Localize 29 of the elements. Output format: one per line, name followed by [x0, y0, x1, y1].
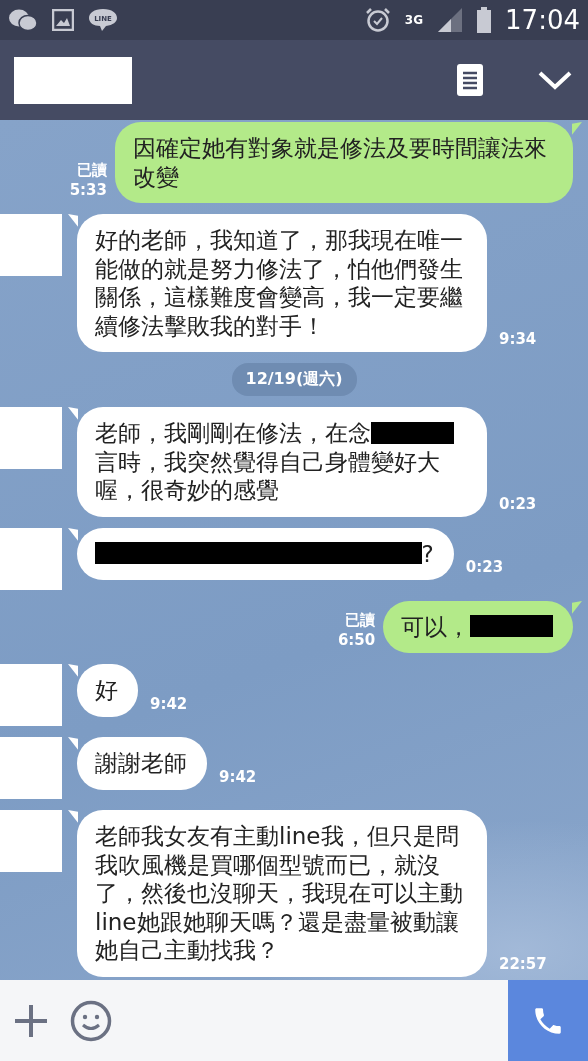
avatar[interactable]	[0, 527, 62, 590]
message-time: 9:42	[150, 693, 188, 714]
message-time: 5:33	[69, 180, 107, 200]
alarm-clock-icon	[364, 7, 391, 33]
network-type: 3G	[404, 14, 424, 26]
avatar[interactable]	[0, 810, 62, 872]
date-label: 12/19(週六)	[231, 363, 357, 396]
message-time: 22:57	[499, 953, 547, 974]
image-icon	[52, 9, 74, 31]
message-time: 0:23	[499, 493, 537, 514]
avatar[interactable]	[0, 737, 62, 799]
signal-icon	[437, 7, 464, 33]
read-receipt: 已讀	[345, 610, 376, 630]
chevron-down-icon[interactable]	[538, 70, 572, 90]
chat-bubbles-icon	[8, 8, 38, 32]
message-time: 9:42	[219, 766, 257, 787]
clock-time: 17:04	[505, 5, 580, 35]
read-receipt: 已讀	[77, 160, 107, 180]
avatar[interactable]	[0, 214, 62, 276]
battery-icon	[477, 7, 492, 33]
notes-icon[interactable]	[457, 64, 483, 96]
call-button[interactable]	[508, 980, 588, 1061]
message-time: 6:50	[337, 630, 376, 650]
avatar[interactable]	[0, 407, 62, 469]
message-time: 0:23	[465, 557, 504, 577]
message-time: 9:34	[499, 329, 537, 349]
avatar[interactable]	[0, 664, 62, 726]
plus-icon[interactable]	[14, 1003, 48, 1038]
smiley-icon[interactable]	[70, 999, 112, 1042]
